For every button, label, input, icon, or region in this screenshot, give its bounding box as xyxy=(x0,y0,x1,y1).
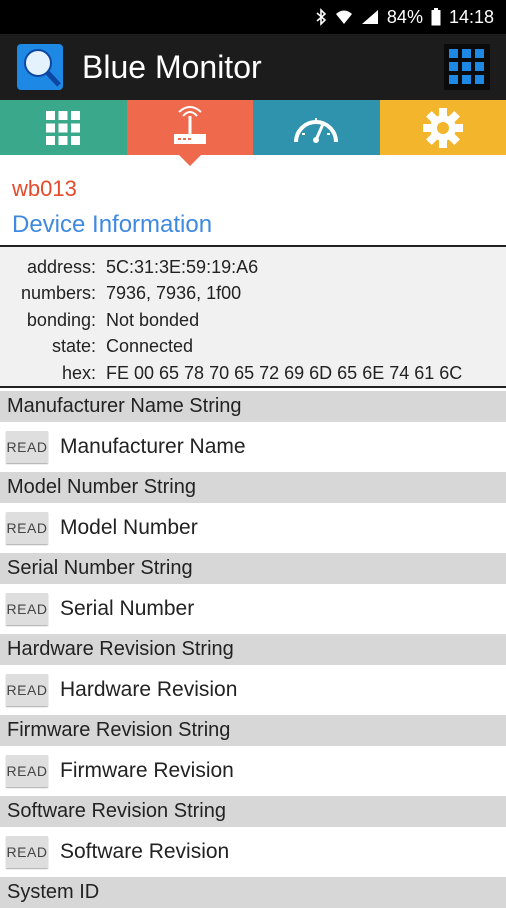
characteristic-name: Hardware Revision xyxy=(60,678,237,702)
battery-percent: 84% xyxy=(387,7,423,28)
read-button[interactable]: READ xyxy=(6,836,48,868)
read-button[interactable]: READ xyxy=(6,593,48,625)
read-button[interactable]: READ xyxy=(6,431,48,463)
characteristic-header: Manufacturer Name String xyxy=(0,391,506,422)
characteristic-header: Serial Number String xyxy=(0,553,506,584)
tab-speed[interactable] xyxy=(253,100,380,155)
read-button[interactable]: READ xyxy=(6,512,48,544)
info-key: bonding: xyxy=(0,310,96,331)
characteristic-name: Model Number xyxy=(60,516,198,540)
info-key: numbers: xyxy=(0,283,96,304)
info-key: hex: xyxy=(0,363,96,384)
device-name: wb013 xyxy=(12,176,77,202)
characteristic-row: READ Firmware Revision xyxy=(0,746,506,796)
tab-device[interactable] xyxy=(127,100,254,155)
gear-icon xyxy=(423,108,463,148)
info-row-numbers: numbers: 7936, 7936, 1f00 xyxy=(0,281,506,308)
info-value: 7936, 7936, 1f00 xyxy=(106,283,241,304)
characteristic-row: READ Hardware Revision xyxy=(0,665,506,715)
info-row-hex: hex: FE 00 65 78 70 65 72 69 6D 65 6E 74… xyxy=(0,360,506,387)
info-value: 5C:31:3E:59:19:A6 xyxy=(106,257,258,278)
characteristic-header: System ID xyxy=(0,877,506,908)
characteristic-header: Software Revision String xyxy=(0,796,506,827)
router-icon xyxy=(172,106,208,150)
info-key: state: xyxy=(0,336,96,357)
info-row-bonding: bonding: Not bonded xyxy=(0,307,506,334)
characteristic-row: READ Model Number xyxy=(0,503,506,553)
status-bar: 84% 14:18 xyxy=(0,0,506,34)
characteristic-name: Firmware Revision xyxy=(60,759,234,783)
characteristic-row: READ Manufacturer Name xyxy=(0,422,506,472)
app-logo-icon xyxy=(16,43,64,91)
characteristic-name: Software Revision xyxy=(60,840,229,864)
bluetooth-icon xyxy=(315,8,327,26)
grid-menu-button[interactable] xyxy=(444,44,490,90)
app-bar: Blue Monitor xyxy=(0,34,506,100)
signal-icon xyxy=(361,9,379,25)
tab-settings[interactable] xyxy=(380,100,506,155)
read-button[interactable]: READ xyxy=(6,674,48,706)
clock: 14:18 xyxy=(449,7,494,28)
info-key: address: xyxy=(0,257,96,278)
characteristic-header: Model Number String xyxy=(0,472,506,503)
read-button[interactable]: READ xyxy=(6,755,48,787)
battery-icon xyxy=(431,8,441,26)
info-row-address: address: 5C:31:3E:59:19:A6 xyxy=(0,254,506,281)
selected-tab-pointer xyxy=(179,155,201,166)
section-title: Device Information xyxy=(12,211,212,239)
info-row-state: state: Connected xyxy=(0,334,506,361)
app-title: Blue Monitor xyxy=(82,49,262,86)
info-value: Not bonded xyxy=(106,310,199,331)
grid-menu-icon xyxy=(449,49,485,85)
grid-icon xyxy=(46,111,80,145)
tab-bar xyxy=(0,100,506,155)
device-info-table: address: 5C:31:3E:59:19:A6 numbers: 7936… xyxy=(0,245,506,388)
speedometer-icon xyxy=(292,110,340,146)
characteristics-list: Manufacturer Name String READ Manufactur… xyxy=(0,391,506,908)
info-value: FE 00 65 78 70 65 72 69 6D 65 6E 74 61 6… xyxy=(106,363,462,384)
characteristic-row: READ Software Revision xyxy=(0,827,506,877)
characteristic-row: READ Serial Number xyxy=(0,584,506,634)
characteristic-header: Hardware Revision String xyxy=(0,634,506,665)
characteristic-name: Manufacturer Name xyxy=(60,435,246,459)
tab-grid[interactable] xyxy=(0,100,127,155)
wifi-icon xyxy=(335,9,353,25)
info-value: Connected xyxy=(106,336,193,357)
characteristic-name: Serial Number xyxy=(60,597,194,621)
characteristic-header: Firmware Revision String xyxy=(0,715,506,746)
